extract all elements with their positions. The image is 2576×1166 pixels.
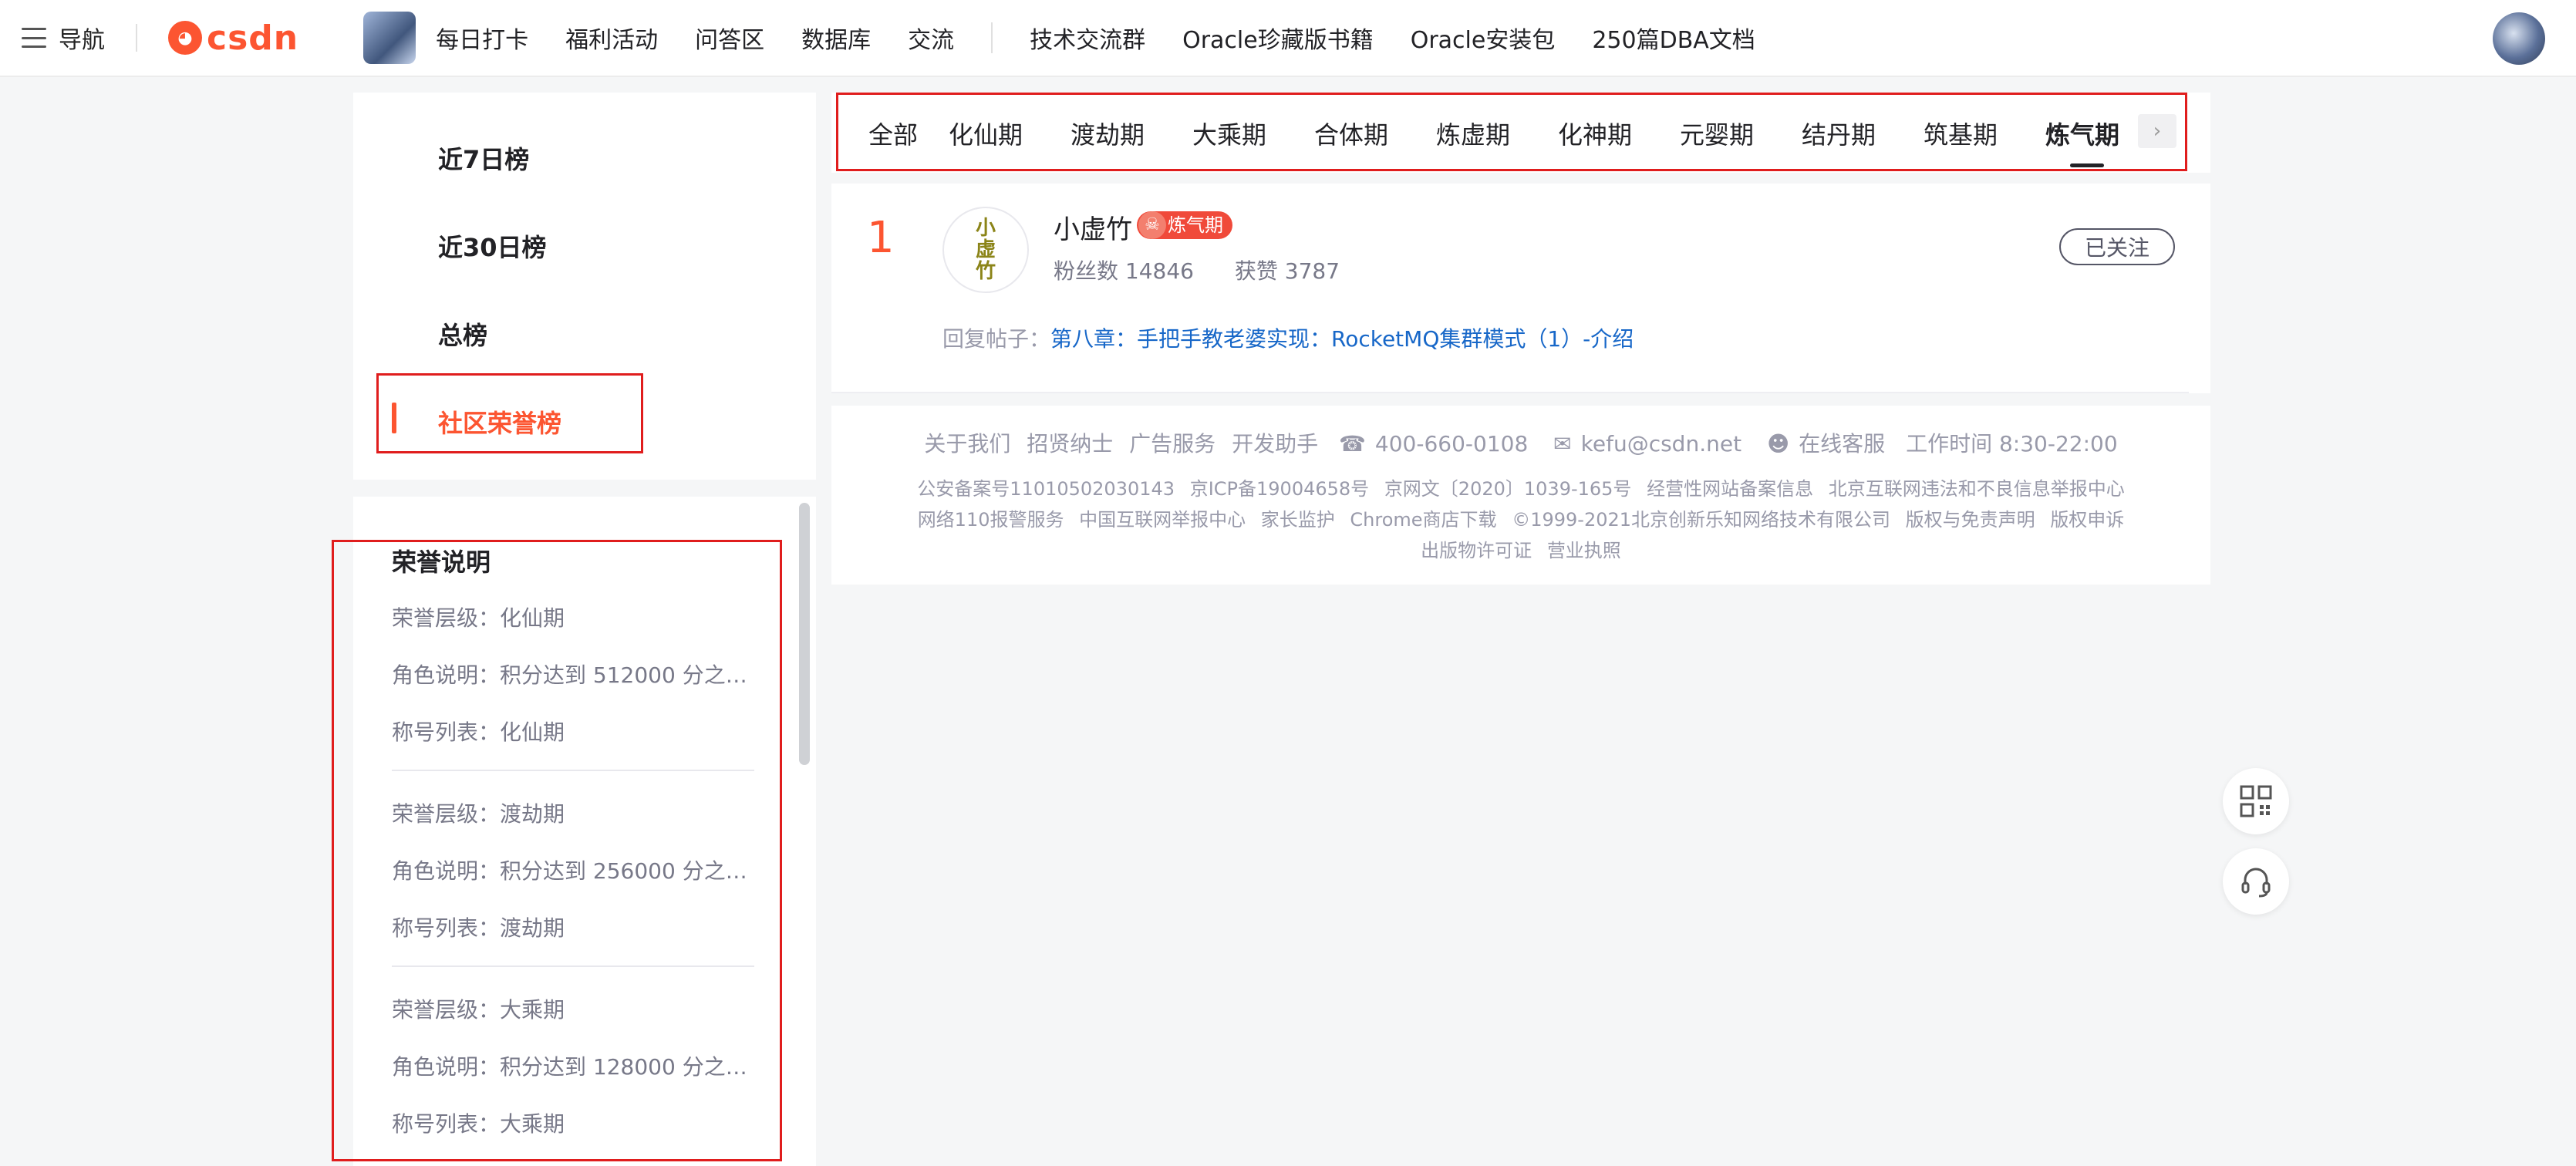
footer-legal-link[interactable]: 营业执照 xyxy=(1547,540,1621,561)
divider xyxy=(831,392,2189,393)
reply-post-link[interactable]: 第八章：手把手教老婆实现：RocketMQ集群模式（1）-介绍 xyxy=(1050,326,1634,352)
footer-phone[interactable]: ☎ 400-660-0108 xyxy=(1334,431,1532,457)
divider xyxy=(136,24,137,52)
footer-link-about[interactable]: 关于我们 xyxy=(924,431,1010,457)
hamburger-icon xyxy=(22,28,46,48)
top-link-qa[interactable]: 问答区 xyxy=(695,21,764,55)
phone-icon: ☎ xyxy=(1339,431,1366,457)
footer-online-service-label: 在线客服 xyxy=(1799,431,1886,457)
footer-legal-link[interactable]: 京网文〔2020〕1039-165号 xyxy=(1384,478,1632,500)
qrcode-icon xyxy=(2240,785,2272,817)
side-item-7-day[interactable]: 近7日榜 xyxy=(438,140,529,176)
member-avatar-text: 小虚竹 xyxy=(975,217,996,283)
top-link-welfare[interactable]: 福利活动 xyxy=(565,21,658,55)
top-link-oracle-install[interactable]: Oracle安装包 xyxy=(1411,21,1556,55)
rank-list-item: 1 小虚竹 小虚竹 ☠ 炼气期 粉丝数 14846 获赞 3787 已关注 回复… xyxy=(831,184,2210,393)
footer-email-address: kefu@csdn.net xyxy=(1580,431,1742,457)
skull-badge-icon: ☠ xyxy=(1138,211,1166,239)
member-avatar[interactable]: 小虚竹 xyxy=(942,207,1029,293)
footer-phone-number: 400-660-0108 xyxy=(1374,431,1529,457)
footer-link-jobs[interactable]: 招贤纳士 xyxy=(1027,431,1113,457)
fans-count: 粉丝数 14846 xyxy=(1054,258,1194,284)
side-item-overall[interactable]: 总榜 xyxy=(438,316,487,352)
footer-email[interactable]: ✉ kefu@csdn.net xyxy=(1549,431,1746,457)
footer-hours: 工作时间 8:30-22:00 xyxy=(1906,431,2118,457)
top-link-oracle-books[interactable]: Oracle珍藏版书籍 xyxy=(1182,21,1374,55)
footer-legal-link[interactable]: 版权申诉 xyxy=(2050,509,2124,531)
highlight-box-tabs xyxy=(836,93,2187,171)
highlight-box-honor-menu xyxy=(376,373,643,453)
site-footer: 关于我们 招贤纳士 广告服务 开发助手 ☎ 400-660-0108 ✉ kefu@… xyxy=(831,406,2210,585)
footer-link-dev-helper[interactable]: 开发助手 xyxy=(1232,431,1318,457)
logo-mascot-icon: ◕ xyxy=(168,21,202,55)
csdn-logo[interactable]: ◕ csdn xyxy=(168,19,298,58)
footer-legal-line-2: 网络110报警服务 中国互联网举报中心 家长监护 Chrome商店下载 ©199… xyxy=(831,504,2210,531)
footer-legal-link[interactable]: 公安备案号11010502030143 xyxy=(917,478,1175,500)
rank-number: 1 xyxy=(867,213,895,263)
footer-online-service[interactable]: ☻ 在线客服 xyxy=(1762,431,1890,457)
community-avatar[interactable] xyxy=(363,12,416,64)
top-link-exchange[interactable]: 交流 xyxy=(908,21,954,55)
honor-badge-label: 炼气期 xyxy=(1168,214,1223,236)
footer-legal-link[interactable]: 网络110报警服务 xyxy=(918,509,1064,531)
likes-count: 获赞 3787 xyxy=(1234,258,1340,284)
top-links: 每日打卡 福利活动 问答区 数据库 交流 技术交流群 Oracle珍藏版书籍 O… xyxy=(436,21,1792,55)
footer-legal-link[interactable]: 出版物许可证 xyxy=(1421,540,1532,561)
member-name[interactable]: 小虚竹 xyxy=(1054,208,1132,246)
logo-text: csdn xyxy=(207,18,299,58)
footer-legal-link[interactable]: Chrome商店下载 xyxy=(1350,509,1496,531)
top-navigation-bar: 导航 ◕ csdn 每日打卡 福利活动 问答区 数据库 交流 技术交流群 Ora… xyxy=(0,0,2576,77)
top-link-dba-docs[interactable]: 250篇DBA文档 xyxy=(1592,21,1755,55)
nav-menu-toggle[interactable]: 导航 xyxy=(22,0,105,76)
follow-button[interactable]: 已关注 xyxy=(2059,228,2175,265)
footer-legal-line-3: 出版物许可证 营业执照 xyxy=(831,535,2210,562)
chat-icon: ☻ xyxy=(1766,431,1790,457)
honor-scrollbar-thumb[interactable] xyxy=(799,503,810,765)
nav-label: 导航 xyxy=(59,27,105,54)
footer-link-ads[interactable]: 广告服务 xyxy=(1129,431,1216,457)
footer-legal-link[interactable]: 京ICP备19004658号 xyxy=(1190,478,1369,500)
user-avatar[interactable] xyxy=(2493,12,2545,65)
qrcode-button[interactable] xyxy=(2223,768,2289,834)
footer-legal-link[interactable]: 经营性网站备案信息 xyxy=(1647,478,1813,500)
footer-legal-link[interactable]: 版权与免责声明 xyxy=(1906,509,2035,531)
divider xyxy=(991,22,993,53)
reply-post: 回复帖子：第八章：手把手教老婆实现：RocketMQ集群模式（1）-介绍 xyxy=(942,322,1634,353)
headset-icon xyxy=(2241,868,2271,898)
top-link-database[interactable]: 数据库 xyxy=(801,21,871,55)
reply-label: 回复帖子： xyxy=(942,326,1051,352)
side-item-30-day[interactable]: 近30日榜 xyxy=(438,228,547,264)
footer-legal-link: ©1999-2021北京创新乐知网络技术有限公司 xyxy=(1512,509,1891,531)
footer-legal-link[interactable]: 北京互联网违法和不良信息举报中心 xyxy=(1829,478,2125,500)
member-stats: 粉丝数 14846 获赞 3787 xyxy=(1054,254,1374,285)
footer-legal-line-1: 公安备案号11010502030143 京ICP备19004658号 京网文〔2… xyxy=(831,473,2210,500)
customer-service-button[interactable] xyxy=(2223,848,2289,915)
mail-icon: ✉ xyxy=(1553,431,1572,457)
top-link-checkin[interactable]: 每日打卡 xyxy=(436,21,528,55)
footer-legal-link[interactable]: 中国互联网举报中心 xyxy=(1079,509,1246,531)
top-link-tech-group[interactable]: 技术交流群 xyxy=(1030,21,1145,55)
footer-contact-line: 关于我们 招贤纳士 广告服务 开发助手 ☎ 400-660-0108 ✉ kefu@… xyxy=(831,427,2210,458)
footer-legal-link[interactable]: 家长监护 xyxy=(1261,509,1335,531)
highlight-box-honor-panel xyxy=(332,540,782,1161)
honor-badge: ☠ 炼气期 xyxy=(1137,211,1232,239)
